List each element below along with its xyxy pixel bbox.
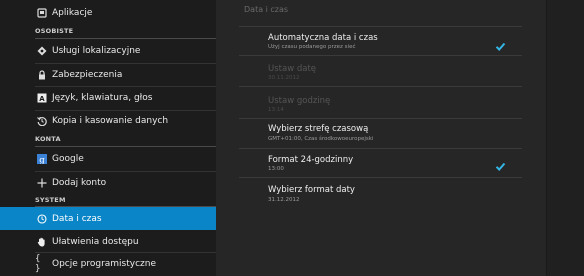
setting-title: Ustaw datę <box>268 64 317 74</box>
divider <box>35 38 216 39</box>
setting-title: Wybierz strefę czasową <box>268 124 369 134</box>
divider <box>35 146 216 147</box>
sidebar-item-label: Ułatwienia dostępu <box>52 236 139 247</box>
section-title: Data i czas <box>244 5 289 14</box>
setting-subtitle: 13:14 <box>268 107 284 113</box>
sidebar-item-add-account[interactable]: Dodaj konto <box>0 172 216 194</box>
sidebar-item-date-time[interactable]: Data i czas <box>0 207 216 230</box>
settings-sidebar: Aplikacje OSOBISTE Usługi lokalizacyjne … <box>0 0 216 276</box>
braces-icon: { } <box>35 254 41 274</box>
sidebar-item-apps[interactable]: Aplikacje <box>0 3 216 23</box>
section-header-accounts: KONTA <box>35 135 61 143</box>
sidebar-item-label: Opcje programistyczne <box>52 259 157 269</box>
check-icon <box>495 42 506 51</box>
svg-text:A: A <box>39 95 45 103</box>
sidebar-item-label: Zabezpieczenia <box>52 70 123 80</box>
plus-icon <box>37 178 47 188</box>
sidebar-item-language[interactable]: A Język, klawiatura, głos <box>0 87 216 109</box>
setting-subtitle: 31.12.2012 <box>268 197 300 203</box>
sidebar-item-security[interactable]: Zabezpieczenia <box>0 64 216 86</box>
sidebar-item-label: Google <box>52 154 84 164</box>
clock-icon <box>37 213 47 224</box>
sidebar-item-label: Kopia i kasowanie danych <box>52 116 169 126</box>
location-icon <box>37 46 47 56</box>
sidebar-item-location[interactable]: Usługi lokalizacyjne <box>0 40 216 62</box>
sidebar-item-label: Usługi lokalizacyjne <box>52 46 141 56</box>
sidebar-item-accessibility[interactable]: Ułatwienia dostępu <box>0 231 216 252</box>
sidebar-item-label: Data i czas <box>52 213 102 224</box>
sidebar-item-label: Język, klawiatura, głos <box>52 93 153 103</box>
language-icon: A <box>37 93 47 103</box>
setting-title: Ustaw godzinę <box>268 96 331 106</box>
svg-text:g: g <box>39 155 45 164</box>
setting-subtitle: GMT+01:00, Czas środkowoeuropejski <box>268 136 374 142</box>
setting-title: Wybierz format daty <box>268 185 355 195</box>
google-icon: g <box>37 154 47 164</box>
setting-title: Format 24-godzinny <box>268 155 354 165</box>
sidebar-item-developer-options[interactable]: { } Opcje programistyczne <box>0 253 216 275</box>
setting-title: Automatyczna data i czas <box>268 33 378 43</box>
check-icon <box>495 162 506 171</box>
hand-icon <box>37 237 47 247</box>
section-header-system: SYSTEM <box>35 196 66 204</box>
checkbox-auto-date-time[interactable] <box>495 37 506 51</box>
setting-subtitle: 30.11.2012 <box>268 75 300 81</box>
checkbox-24-hour-format[interactable] <box>495 157 506 171</box>
lock-icon <box>37 70 47 80</box>
sidebar-item-google[interactable]: g Google <box>0 148 216 170</box>
sidebar-item-label: Aplikacje <box>52 8 93 18</box>
right-margin <box>546 0 584 276</box>
apps-icon <box>37 8 47 18</box>
section-header-personal: OSOBISTE <box>35 27 74 35</box>
setting-subtitle: 13:00 <box>268 166 284 172</box>
backup-icon <box>37 116 47 126</box>
sidebar-item-backup[interactable]: Kopia i kasowanie danych <box>0 110 216 132</box>
setting-subtitle: Użyj czasu podanego przez sieć <box>268 44 356 50</box>
sidebar-item-label: Dodaj konto <box>52 178 107 188</box>
